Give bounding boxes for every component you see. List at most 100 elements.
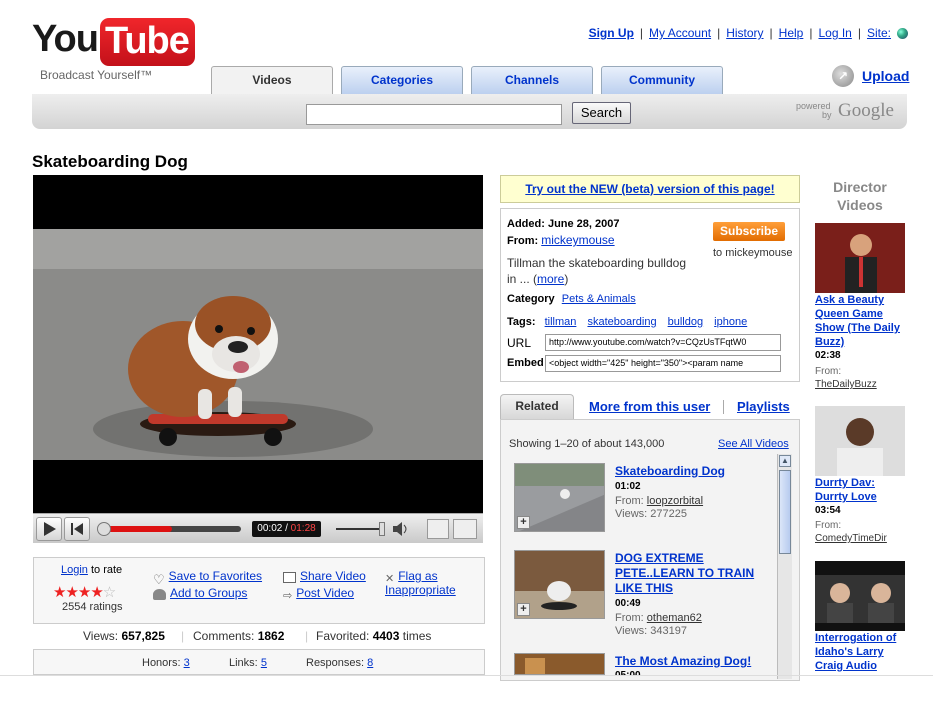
volume-knob[interactable] bbox=[379, 522, 385, 536]
speaker-icon[interactable] bbox=[391, 521, 411, 537]
director-author-link[interactable]: ComedyTimeDir bbox=[815, 533, 887, 544]
tag-link[interactable]: skateboarding bbox=[587, 316, 656, 328]
site-link[interactable]: Site: bbox=[867, 26, 891, 40]
related-title[interactable]: Skateboarding Dog bbox=[615, 464, 725, 478]
youtube-logo[interactable]: You Tube bbox=[32, 18, 195, 66]
related-title[interactable]: DOG EXTREME PETE..LEARN TO TRAIN LIKE THIS bbox=[615, 551, 754, 596]
time-display: 00:02 / 01:28 bbox=[252, 521, 321, 537]
tab-more-from-user[interactable]: More from this user bbox=[589, 399, 710, 414]
logo-you-text: You bbox=[32, 18, 99, 60]
seek-knob[interactable] bbox=[97, 522, 111, 536]
director-author-link[interactable]: TheDailyBuzz bbox=[815, 379, 877, 390]
tag-link[interactable]: bulldog bbox=[668, 316, 703, 328]
video-title: Skateboarding Dog bbox=[32, 152, 188, 171]
search-input[interactable] bbox=[306, 104, 562, 125]
tab-categories[interactable]: Categories bbox=[341, 66, 463, 94]
rewind-button[interactable] bbox=[64, 517, 90, 541]
add-quicklist-icon[interactable]: + bbox=[517, 516, 530, 529]
rate-login-link[interactable]: Login bbox=[61, 564, 88, 576]
added-date: Added: June 28, 2007 bbox=[507, 218, 620, 230]
embed-label: Embed bbox=[507, 357, 544, 369]
share-video-action[interactable]: Share Video bbox=[283, 569, 366, 583]
see-all-link[interactable]: See All Videos bbox=[718, 438, 789, 450]
links: Links: 5 bbox=[229, 657, 267, 669]
honors-link[interactable]: 3 bbox=[184, 657, 190, 669]
director-thumbnail-image bbox=[815, 223, 905, 293]
progress-fill bbox=[103, 526, 172, 532]
help-link[interactable]: Help bbox=[779, 26, 804, 40]
progress-bar[interactable] bbox=[103, 526, 241, 532]
tag-link[interactable]: tillman bbox=[545, 316, 577, 328]
tab-channels[interactable]: Channels bbox=[471, 66, 593, 94]
ratings-count: 2554 ratings bbox=[62, 601, 123, 613]
page-bottom-border bbox=[0, 675, 933, 676]
signup-link[interactable]: Sign Up bbox=[589, 26, 634, 40]
play-icon bbox=[44, 522, 56, 536]
search-button[interactable]: Search bbox=[572, 102, 631, 124]
related-title[interactable]: The Most Amazing Dog! bbox=[615, 654, 751, 668]
scroll-thumb[interactable] bbox=[779, 470, 791, 554]
my-account-link[interactable]: My Account bbox=[649, 26, 711, 40]
normal-size-icon[interactable] bbox=[427, 519, 449, 539]
related-author-link[interactable]: otheman62 bbox=[647, 612, 702, 624]
related-thumb[interactable] bbox=[514, 653, 605, 675]
category-link[interactable]: Pets & Animals bbox=[562, 293, 636, 305]
post-arrow-icon: ⇨ bbox=[283, 589, 293, 602]
director-duration: 03:54 bbox=[815, 505, 841, 516]
tags: Tags: tillman skateboarding bulldog ipho… bbox=[507, 316, 748, 328]
tab-related[interactable]: Related bbox=[500, 394, 574, 419]
honors: Honors: 3 bbox=[142, 657, 190, 669]
director-title[interactable]: Ask a Beauty Queen Game Show (The Daily Buz… bbox=[815, 293, 910, 349]
director-title[interactable]: Interrogation of Idaho's Larry Craig Audio bbox=[815, 631, 910, 673]
tab-videos[interactable]: Videos bbox=[211, 66, 333, 96]
video-frame[interactable] bbox=[33, 229, 483, 460]
tab-community[interactable]: Community bbox=[601, 66, 723, 94]
related-from: From: otheman62 bbox=[615, 612, 702, 624]
logo-tube-text: Tube bbox=[99, 18, 195, 66]
related-thumb[interactable]: + bbox=[514, 463, 605, 532]
history-link[interactable]: History bbox=[726, 26, 763, 40]
related-duration: 00:49 bbox=[615, 598, 641, 609]
director-thumb[interactable] bbox=[815, 561, 905, 631]
upload-arrow-icon[interactable]: ↗ bbox=[832, 65, 854, 87]
director-from: From: TheDailyBuzz bbox=[815, 366, 877, 390]
volume-slider[interactable] bbox=[336, 528, 384, 530]
uploader-link[interactable]: mickeymouse bbox=[541, 233, 614, 247]
star-rating[interactable]: ★★★★☆ bbox=[53, 583, 116, 601]
director-thumbnail-image bbox=[815, 561, 905, 631]
login-link[interactable]: Log In bbox=[818, 26, 851, 40]
globe-icon[interactable] bbox=[897, 27, 908, 39]
tag-link[interactable]: iphone bbox=[714, 316, 747, 328]
save-favorites-action[interactable]: ♡ Save to Favorites bbox=[153, 569, 262, 587]
player-controls: 00:02 / 01:28 bbox=[33, 513, 483, 543]
related-views: Views: 277225 bbox=[615, 508, 687, 520]
more-link[interactable]: more bbox=[537, 272, 564, 286]
tab-divider bbox=[723, 400, 724, 414]
related-author-link[interactable]: loopzorbital bbox=[647, 495, 703, 507]
director-title[interactable]: Durrty Dav: Durrty Love bbox=[815, 476, 910, 504]
beta-link[interactable]: Try out the NEW (beta) version of this p… bbox=[525, 182, 774, 196]
url-field[interactable]: http://www.youtube.com/watch?v=CQzUsTFqt… bbox=[545, 334, 781, 351]
related-scrollbar[interactable]: ▲ bbox=[777, 454, 792, 679]
play-button[interactable] bbox=[36, 517, 62, 541]
add-groups-action[interactable]: Add to Groups bbox=[153, 586, 247, 600]
related-thumb[interactable]: + bbox=[514, 550, 605, 619]
results-count: Showing 1–20 of about 143,000 bbox=[509, 438, 665, 450]
director-thumb[interactable] bbox=[815, 223, 905, 293]
add-quicklist-icon[interactable]: + bbox=[517, 603, 530, 616]
responses-link[interactable]: 8 bbox=[367, 657, 373, 669]
director-thumbnail-image bbox=[815, 406, 905, 476]
post-video-action[interactable]: ⇨ Post Video bbox=[283, 586, 354, 602]
fullscreen-icon[interactable] bbox=[453, 519, 477, 539]
embed-field[interactable]: <object width="425" height="350"><param … bbox=[545, 355, 781, 372]
links-link[interactable]: 5 bbox=[261, 657, 267, 669]
director-thumb[interactable] bbox=[815, 406, 905, 476]
upload-link[interactable]: Upload bbox=[862, 68, 909, 84]
comments-count: 1862 bbox=[257, 629, 285, 643]
subscribe-button[interactable]: Subscribe bbox=[713, 222, 785, 241]
google-logo: Google bbox=[838, 100, 894, 121]
flag-action[interactable]: ✕ Flag as Inappropriate bbox=[385, 569, 456, 597]
uploader: From: mickeymouse bbox=[507, 233, 615, 247]
tab-playlists[interactable]: Playlists bbox=[737, 399, 790, 414]
scroll-up-icon[interactable]: ▲ bbox=[779, 455, 791, 467]
